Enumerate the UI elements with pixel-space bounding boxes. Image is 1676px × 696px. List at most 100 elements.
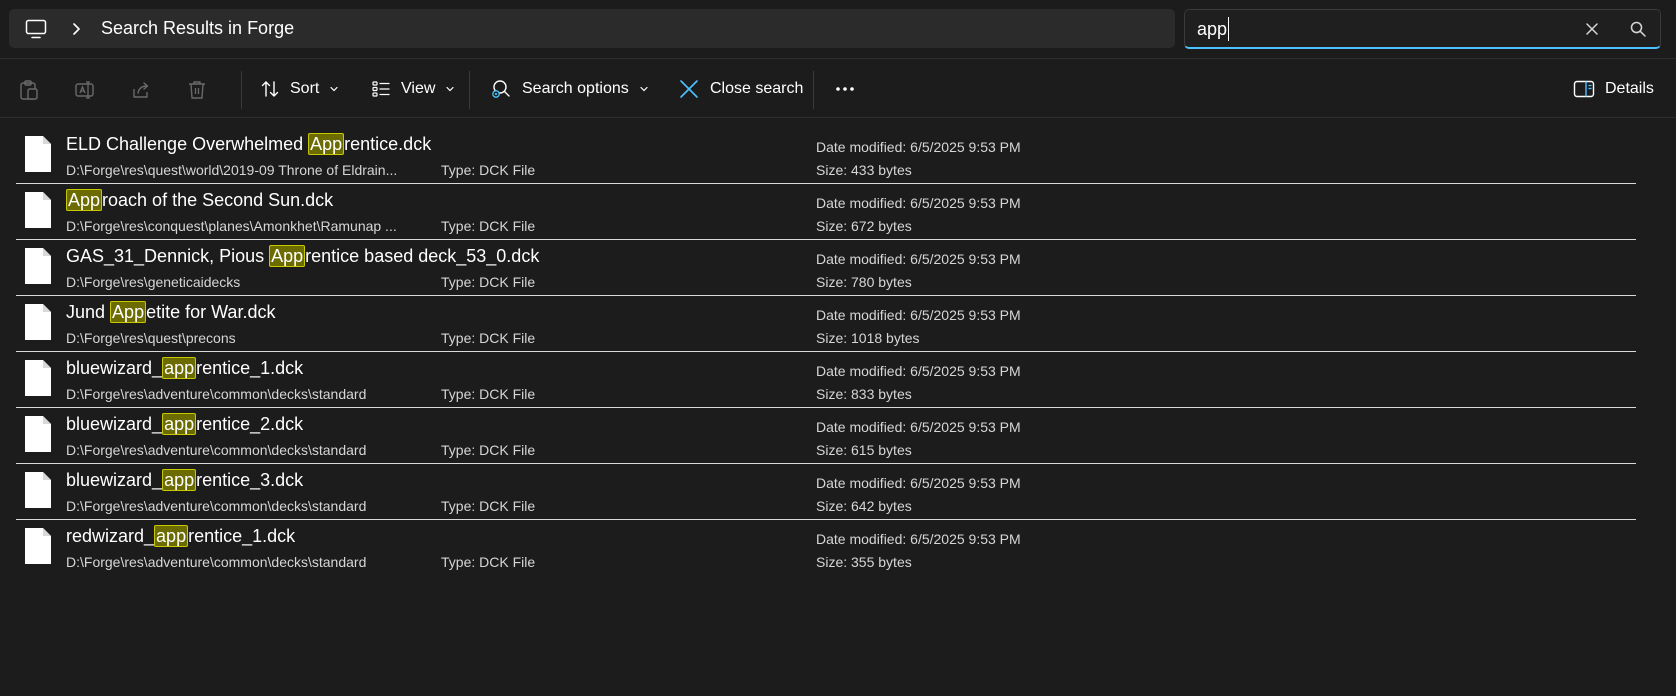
list-item[interactable]: GAS_31_Dennick, Pious App rentice based d… xyxy=(16,236,1636,296)
file-path: D:\Forge\res\geneticaidecks xyxy=(66,274,241,290)
file-size: Size: 833 bytes xyxy=(816,386,912,402)
file-path: D:\Forge\res\conquest\planes\Amonkhet\Ra… xyxy=(66,218,397,234)
share-icon[interactable] xyxy=(130,79,152,101)
search-options-button[interactable]: Search options xyxy=(490,69,649,109)
breadcrumb[interactable]: Search Results in Forge xyxy=(101,18,294,39)
file-path: D:\Forge\res\adventure\common\decks\stan… xyxy=(66,386,367,402)
sort-icon xyxy=(261,81,279,97)
sort-button[interactable]: Sort xyxy=(260,69,339,109)
search-input[interactable] xyxy=(1197,16,1577,42)
file-icon xyxy=(25,136,51,172)
chevron-down-icon xyxy=(446,86,454,92)
file-name-text: rentice_2.dck xyxy=(196,414,304,434)
file-size: Size: 615 bytes xyxy=(816,442,912,458)
file-name-text: rentice_3.dck xyxy=(196,470,304,490)
close-icon[interactable] xyxy=(1583,20,1601,38)
list-item[interactable]: App roach of the Second Sun.dck D:\Forge\… xyxy=(16,180,1636,240)
file-name-text: etite for War.dck xyxy=(146,302,276,322)
toolbar-separator xyxy=(469,71,470,109)
file-size: Size: 1018 bytes xyxy=(816,330,920,346)
file-name: bluewizard_ app rentice_1.dck xyxy=(66,357,303,379)
text-caret xyxy=(1228,17,1229,41)
search-box[interactable] xyxy=(1184,9,1661,49)
match-highlight: app xyxy=(162,357,197,379)
file-path: D:\Forge\res\adventure\common\decks\stan… xyxy=(66,442,367,458)
delete-icon[interactable] xyxy=(186,79,208,101)
file-path: D:\Forge\res\quest\world\2019-09 Throne … xyxy=(66,162,398,178)
file-name-text: roach of the Second Sun.dck xyxy=(102,190,334,210)
file-size: Size: 642 bytes xyxy=(816,498,912,514)
list-item[interactable]: Jund App etite for War.dck D:\Forge\res\q… xyxy=(16,292,1636,352)
file-size: Size: 780 bytes xyxy=(816,274,912,290)
close-search-button[interactable]: Close search xyxy=(678,69,803,109)
this-pc-icon[interactable] xyxy=(25,19,47,39)
file-name-text: bluewizard_ xyxy=(66,470,163,490)
chevron-down-icon xyxy=(330,86,338,92)
date-modified: Date modified: 6/5/2025 9:53 PM xyxy=(816,195,1021,211)
date-modified: Date modified: 6/5/2025 9:53 PM xyxy=(816,307,1021,323)
file-icon xyxy=(25,304,51,340)
list-item[interactable]: bluewizard_ app rentice_2.dck D:\Forge\res… xyxy=(16,404,1636,464)
date-modified: Date modified: 6/5/2025 9:53 PM xyxy=(816,363,1021,379)
file-path: D:\Forge\res\adventure\common\decks\stan… xyxy=(66,554,367,570)
view-label: View xyxy=(401,80,436,97)
file-name-text: rentice.dck xyxy=(344,134,432,154)
title-bar: Search Results in Forge xyxy=(0,0,1676,58)
file-name-text: GAS_31_Dennick, Pious xyxy=(66,246,270,266)
file-icon xyxy=(25,528,51,564)
rename-icon[interactable] xyxy=(74,79,96,101)
file-size: Size: 355 bytes xyxy=(816,554,912,570)
sort-label: Sort xyxy=(290,80,320,97)
date-modified: Date modified: 6/5/2025 9:53 PM xyxy=(816,139,1021,155)
file-name-text: redwizard_ xyxy=(66,526,155,546)
file-icon xyxy=(25,192,51,228)
list-item[interactable]: bluewizard_ app rentice_3.dck D:\Forge\res… xyxy=(16,460,1636,520)
file-name-text: rentice based deck_53_0.dck xyxy=(305,246,540,266)
match-highlight: app xyxy=(162,413,197,435)
file-name-text: Jund xyxy=(66,302,111,322)
details-label: Details xyxy=(1605,80,1654,97)
file-name: redwizard_ app rentice_1.dck xyxy=(66,525,296,547)
command-bar: Sort View Search options Close search De… xyxy=(0,58,1676,118)
file-type: Type: DCK File xyxy=(441,274,536,290)
see-more-button[interactable] xyxy=(834,69,856,109)
file-name: bluewizard_ app rentice_2.dck xyxy=(66,413,304,435)
search-options-label: Search options xyxy=(522,80,629,97)
file-name: bluewizard_ app rentice_3.dck xyxy=(66,469,304,491)
list-item[interactable]: redwizard_ app rentice_1.dck D:\Forge\res\… xyxy=(16,516,1636,576)
file-path: D:\Forge\res\adventure\common\decks\stan… xyxy=(66,498,367,514)
view-button[interactable]: View xyxy=(371,69,455,109)
file-type: Type: DCK File xyxy=(441,330,536,346)
paste-icon[interactable] xyxy=(18,79,40,101)
file-name: Jund App etite for War.dck xyxy=(66,301,276,323)
details-pane-icon xyxy=(1573,80,1595,98)
file-type: Type: DCK File xyxy=(441,442,536,458)
list-item[interactable]: ELD Challenge Overwhelmed App rentice.dck… xyxy=(16,124,1636,184)
file-name: ELD Challenge Overwhelmed App rentice.dck xyxy=(66,133,432,155)
file-name: App roach of the Second Sun.dck xyxy=(66,189,334,211)
toolbar-separator xyxy=(813,71,814,109)
chevron-down-icon xyxy=(640,86,648,92)
match-highlight: app xyxy=(154,525,189,547)
address-bar[interactable]: Search Results in Forge xyxy=(9,9,1175,48)
chevron-right-icon[interactable] xyxy=(69,21,83,37)
file-icon xyxy=(25,472,51,508)
close-search-label: Close search xyxy=(710,80,804,97)
file-icon xyxy=(25,416,51,452)
view-icon xyxy=(372,81,390,97)
more-icon xyxy=(836,87,854,91)
match-highlight: app xyxy=(162,469,197,491)
file-name-text: rentice_1.dck xyxy=(188,526,296,546)
file-type: Type: DCK File xyxy=(441,218,536,234)
date-modified: Date modified: 6/5/2025 9:53 PM xyxy=(816,251,1021,267)
file-name-text: bluewizard_ xyxy=(66,358,163,378)
file-icon xyxy=(25,360,51,396)
file-type: Type: DCK File xyxy=(441,386,536,402)
match-highlight: App xyxy=(308,133,345,155)
details-button[interactable]: Details xyxy=(1573,69,1654,109)
magnify-icon[interactable] xyxy=(1629,20,1647,38)
match-highlight: App xyxy=(66,189,103,211)
file-size: Size: 672 bytes xyxy=(816,218,912,234)
list-item[interactable]: bluewizard_ app rentice_1.dck D:\Forge\res… xyxy=(16,348,1636,408)
date-modified: Date modified: 6/5/2025 9:53 PM xyxy=(816,531,1021,547)
